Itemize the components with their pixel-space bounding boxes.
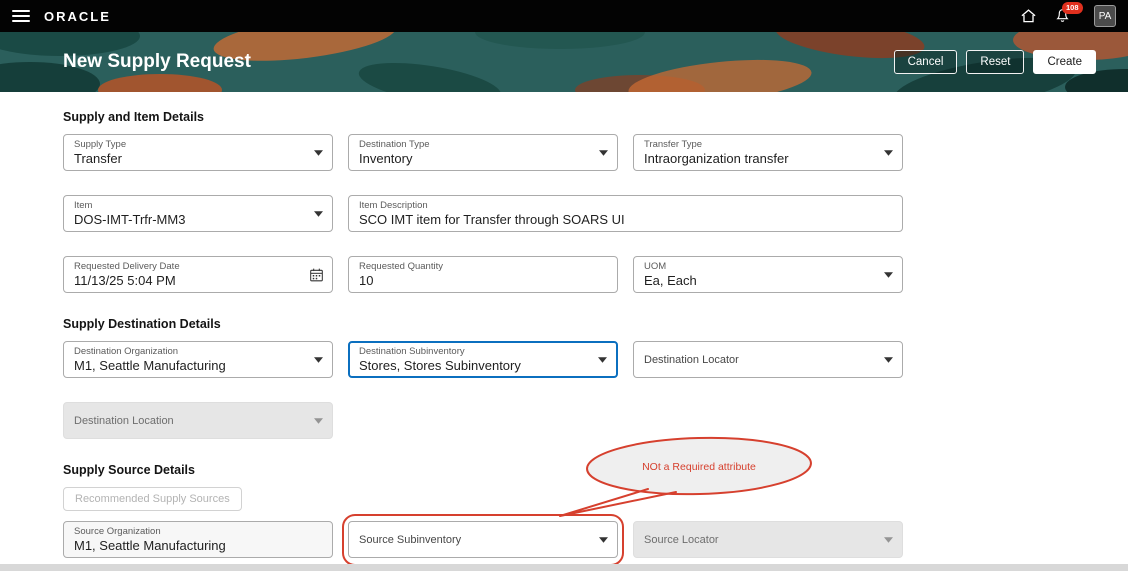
oracle-logo: ORACLE: [44, 8, 111, 24]
field-label: UOM: [644, 261, 667, 272]
topbar-actions: 108 PA: [1020, 2, 1116, 27]
field-label: Requested Delivery Date: [74, 261, 180, 272]
destination-subinventory-field[interactable]: Destination Subinventory Stores, Stores …: [348, 341, 618, 378]
chevron-down-icon[interactable]: [314, 210, 323, 217]
chevron-down-icon[interactable]: [314, 149, 323, 156]
chevron-down-icon[interactable]: [599, 536, 608, 543]
section-supply-source-details: Supply Source Details Recommended Supply…: [63, 463, 1128, 566]
chevron-down-icon[interactable]: [884, 271, 893, 278]
notification-badge: 108: [1062, 2, 1083, 14]
form-row: Source Organization M1, Seattle Manufact…: [63, 514, 1128, 566]
form-row: Requested Delivery Date 11/13/25 5:04 PM…: [63, 256, 1128, 293]
home-icon[interactable]: [1020, 8, 1037, 24]
form-row: Destination Location: [63, 402, 1128, 439]
chevron-down-icon[interactable]: [884, 356, 893, 363]
field-label: Source Locator: [644, 533, 719, 546]
top-app-bar: ORACLE 108 PA: [0, 0, 1128, 32]
field-value: Intraorganization transfer: [644, 150, 789, 166]
field-value: M1, Seattle Manufacturing: [74, 537, 226, 553]
item-description-field[interactable]: Item Description SCO IMT item for Transf…: [348, 195, 903, 232]
supply-type-field[interactable]: Supply Type Transfer: [63, 134, 333, 171]
chevron-down-icon[interactable]: [884, 149, 893, 156]
hamburger-menu-icon[interactable]: [12, 10, 30, 22]
field-label: Requested Quantity: [359, 261, 443, 272]
destination-locator-field[interactable]: Destination Locator: [633, 341, 903, 378]
chevron-down-icon: [314, 417, 323, 424]
section-heading: Supply Source Details: [63, 463, 195, 477]
field-label: Item Description: [359, 200, 428, 211]
chevron-down-icon[interactable]: [598, 356, 607, 363]
chevron-down-icon: [884, 536, 893, 543]
chevron-down-icon[interactable]: [314, 356, 323, 363]
section-supply-destination-details: Supply Destination Details Destination O…: [63, 317, 1128, 439]
source-locator-field: Source Locator: [633, 521, 903, 558]
section-supply-item-details: Supply and Item Details Supply Type Tran…: [63, 110, 1128, 293]
uom-field[interactable]: UOM Ea, Each: [633, 256, 903, 293]
field-label: Destination Type: [359, 139, 430, 150]
form-row: Item DOS-IMT-Trfr-MM3 Item Description S…: [63, 195, 1128, 232]
section-heading: Supply Destination Details: [63, 317, 221, 331]
reset-button[interactable]: Reset: [966, 50, 1025, 74]
notifications-button[interactable]: 108: [1055, 2, 1083, 24]
avatar[interactable]: PA: [1094, 5, 1116, 27]
destination-organization-field[interactable]: Destination Organization M1, Seattle Man…: [63, 341, 333, 378]
requested-quantity-field[interactable]: Requested Quantity 10: [348, 256, 618, 293]
field-value: 11/13/25 5:04 PM: [74, 272, 176, 288]
field-value: SCO IMT item for Transfer through SOARS …: [359, 211, 625, 227]
field-label: Item: [74, 200, 93, 211]
field-value: Transfer: [74, 150, 122, 166]
banner-actions: Cancel Reset Create: [893, 50, 1096, 74]
field-label: Destination Location: [74, 414, 174, 427]
requested-delivery-date-field[interactable]: Requested Delivery Date 11/13/25 5:04 PM: [63, 256, 333, 293]
page-banner: New Supply Request Cancel Reset Create: [0, 32, 1128, 92]
recommended-supply-sources-button: Recommended Supply Sources: [63, 487, 242, 511]
field-label: Destination Organization: [74, 346, 179, 357]
form-row: Destination Organization M1, Seattle Man…: [63, 341, 1128, 378]
field-value: M1, Seattle Manufacturing: [74, 357, 226, 373]
field-value: 10: [359, 272, 374, 288]
form-row: Supply Type Transfer Destination Type In…: [63, 134, 1128, 171]
destination-location-field: Destination Location: [63, 402, 333, 439]
section-heading: Supply and Item Details: [63, 110, 205, 124]
source-organization-field[interactable]: Source Organization M1, Seattle Manufact…: [63, 521, 333, 558]
field-label: Supply Type: [74, 139, 127, 150]
item-field[interactable]: Item DOS-IMT-Trfr-MM3: [63, 195, 333, 232]
field-label: Destination Locator: [644, 353, 739, 366]
field-value: Inventory: [359, 150, 413, 166]
field-value: Ea, Each: [644, 272, 697, 288]
source-subinventory-field[interactable]: Source Subinventory: [342, 514, 624, 566]
create-button[interactable]: Create: [1033, 50, 1096, 74]
field-label: Source Subinventory: [359, 533, 462, 546]
chevron-down-icon[interactable]: [599, 149, 608, 156]
destination-type-field[interactable]: Destination Type Inventory: [348, 134, 618, 171]
field-label: Transfer Type: [644, 139, 703, 150]
form-content: Supply and Item Details Supply Type Tran…: [0, 92, 1128, 566]
field-value: DOS-IMT-Trfr-MM3: [74, 211, 186, 227]
calendar-icon[interactable]: [309, 267, 324, 282]
cancel-button[interactable]: Cancel: [893, 50, 958, 74]
field-value: Stores, Stores Subinventory: [359, 357, 521, 373]
field-label: Destination Subinventory: [359, 346, 465, 357]
bottom-edge-strip: [0, 564, 1128, 571]
field-label: Source Organization: [74, 526, 161, 537]
page-title: New Supply Request: [63, 51, 251, 72]
transfer-type-field[interactable]: Transfer Type Intraorganization transfer: [633, 134, 903, 171]
